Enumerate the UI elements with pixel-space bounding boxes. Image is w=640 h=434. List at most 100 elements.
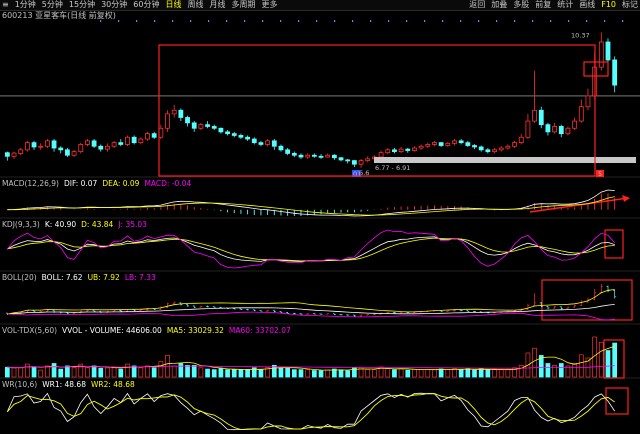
candle — [318, 155, 324, 158]
tag-5-text: 5 — [598, 170, 602, 178]
kdj-j-line — [6, 229, 615, 269]
macd-arrow-line — [529, 197, 629, 213]
candle — [291, 153, 297, 156]
volume-bar — [98, 367, 104, 378]
volume-bar — [245, 369, 250, 378]
candle — [38, 145, 44, 148]
candle — [345, 159, 351, 162]
kline-chart[interactable]: 10.376.66.77 - 6.9101 5 — [0, 0, 640, 434]
volume-bar — [311, 370, 317, 378]
top-marker-tick — [244, 20, 246, 22]
volume-bar — [105, 367, 110, 378]
candle — [145, 133, 150, 140]
candle — [271, 140, 277, 147]
volume-bar — [532, 347, 537, 378]
candle — [285, 149, 291, 154]
candle — [78, 144, 84, 153]
volume-bar — [472, 369, 477, 378]
volume-bar — [572, 363, 577, 378]
candle — [358, 160, 364, 165]
candle — [552, 126, 557, 133]
volume-bar — [418, 369, 424, 378]
volume-bar — [578, 354, 584, 378]
candle — [558, 126, 564, 135]
macd-name[interactable]: MACD(12,26,9) — [2, 179, 59, 188]
volume-bar — [558, 363, 564, 378]
volume-bar — [498, 369, 504, 378]
volume-bar — [71, 367, 77, 378]
volume-bar — [485, 369, 491, 378]
candle — [225, 131, 230, 135]
candle — [485, 149, 491, 153]
day-marker-text: 01 — [353, 170, 361, 178]
volume-bar — [11, 367, 17, 378]
candle — [378, 152, 384, 158]
candle — [131, 136, 137, 144]
candle — [91, 140, 97, 147]
volume-bar — [318, 370, 324, 378]
candle — [405, 148, 411, 151]
top-marker-tick — [118, 20, 120, 22]
vol-vvol: VVOL - VOLUME: 44606.00 — [62, 326, 162, 335]
top-marker-tick — [334, 20, 336, 22]
volume-bar — [278, 367, 284, 378]
kdj-k: K: 40.90 — [44, 220, 77, 229]
candle — [125, 136, 130, 145]
boll-ub: UB: 7.92 — [87, 273, 120, 282]
wr-name[interactable]: WR(10,6) — [2, 380, 37, 389]
volume-bar — [365, 369, 371, 378]
top-marker-tick — [460, 20, 462, 22]
volume-bar — [291, 369, 297, 378]
candle — [478, 146, 484, 151]
kdj-header: KDJ(9,3,3) K: 40.90 D: 43.84 J: 35.03 — [2, 220, 147, 229]
kdj-name[interactable]: KDJ(9,3,3) — [2, 220, 40, 229]
volume-bar — [338, 369, 344, 378]
top-marker-tick — [352, 20, 354, 22]
candle — [578, 106, 584, 122]
top-marker-tick — [370, 20, 372, 22]
top-marker-tick — [604, 20, 606, 22]
candle — [365, 158, 371, 162]
vol-ma5: MA5: 33029.32 — [166, 326, 224, 335]
wr-wr1: WR1: 48.68 — [42, 380, 86, 389]
candle — [4, 152, 10, 157]
volume-bar — [18, 367, 24, 378]
candle — [538, 109, 544, 126]
candle — [338, 157, 344, 161]
candle — [545, 124, 551, 133]
wr-wr2: WR2: 48.68 — [90, 380, 135, 389]
candle — [231, 133, 237, 136]
candle — [238, 135, 244, 138]
volume-bar — [125, 363, 130, 378]
volume-bar — [151, 367, 157, 378]
top-marker-tick — [496, 20, 498, 22]
top-marker-tick — [298, 20, 300, 22]
candle — [31, 142, 37, 148]
top-marker-tick — [532, 20, 534, 22]
volume-bar — [505, 369, 511, 378]
candle — [392, 149, 397, 153]
annotation-box-wr — [605, 387, 629, 415]
candle — [465, 142, 471, 146]
boll-mid: BOLL: 7.62 — [41, 273, 83, 282]
candle — [151, 133, 157, 138]
volume-bar — [385, 368, 391, 378]
candle — [198, 124, 204, 129]
candle — [211, 126, 217, 129]
candle — [458, 140, 464, 144]
vol-name[interactable]: VOL-TDX(5,60) — [2, 326, 57, 335]
top-marker-tick — [478, 20, 480, 22]
candle — [191, 122, 197, 129]
candle — [412, 147, 417, 151]
candle — [612, 59, 618, 86]
volume-bar — [225, 369, 230, 378]
macd-dif: DIF: 0.07 — [63, 179, 98, 188]
candle — [418, 145, 424, 149]
volume-bar — [158, 361, 164, 378]
volume-bar — [145, 365, 150, 378]
candle — [565, 127, 571, 135]
top-marker-tick — [622, 20, 624, 22]
top-marker-tick — [136, 20, 138, 22]
boll-name[interactable]: BOLL(20) — [2, 273, 37, 282]
volume-bar — [211, 369, 217, 378]
